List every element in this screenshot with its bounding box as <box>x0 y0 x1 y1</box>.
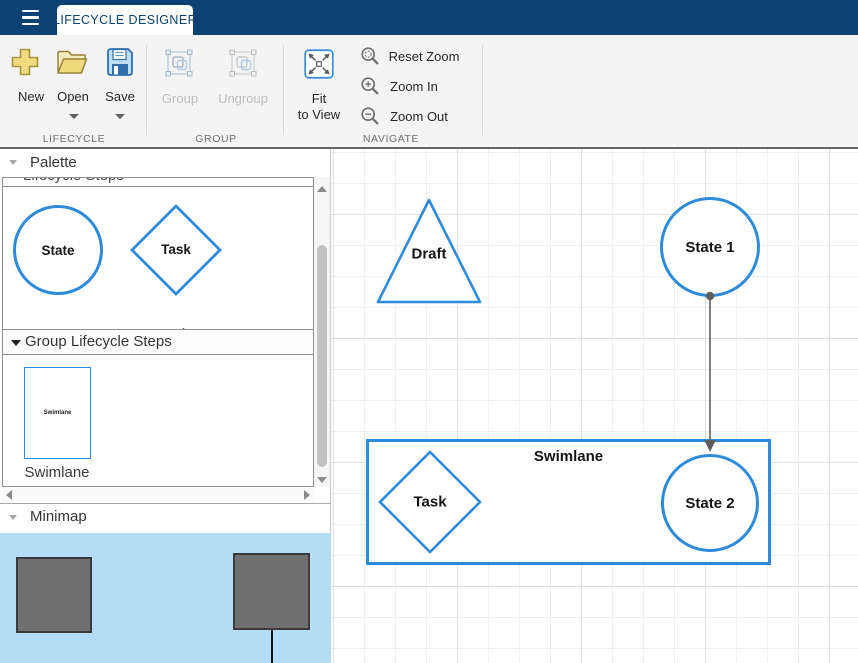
palette-collapse-chevron-icon[interactable] <box>9 160 17 165</box>
save-floppy-icon <box>106 47 134 77</box>
minimap-node <box>16 557 92 633</box>
tab-lifecycle-designer[interactable]: LIFECYCLE DESIGNER <box>57 5 193 35</box>
reset-zoom-label: Reset Zoom <box>389 49 460 64</box>
ungroup-button-label: Ungroup <box>218 91 268 106</box>
group-button[interactable]: Group <box>157 47 203 105</box>
minimap-edge <box>271 630 273 663</box>
reset-zoom-button[interactable]: Reset Zoom <box>358 44 478 68</box>
ribbon-divider <box>283 45 284 135</box>
zoom-out-button[interactable]: Zoom Out <box>358 104 478 128</box>
minimap-header: Minimap <box>30 508 87 525</box>
hamburger-menu-button[interactable] <box>12 3 48 32</box>
lifecycle-steps-section-header[interactable]: Lifecycle Steps <box>3 178 313 187</box>
ungroup-icon <box>228 48 258 78</box>
fit-to-view-label-line1: Fit <box>312 91 326 106</box>
open-button-label: Open <box>57 89 89 104</box>
ribbon-section-navigate-label: NAVIGATE <box>363 133 419 145</box>
titlebar: LIFECYCLE DESIGNER <box>0 0 858 35</box>
scroll-up-arrow-icon[interactable] <box>317 186 327 192</box>
minimap-viewport[interactable] <box>0 533 331 663</box>
group-icon <box>164 48 194 78</box>
fit-to-view-icon <box>304 49 334 79</box>
diagram-canvas[interactable]: Swimlane Draft State 1 Task State 2 <box>331 149 858 663</box>
ribbon-section-group-label: GROUP <box>195 133 237 145</box>
minimap-node <box>233 553 310 630</box>
palette-item-state[interactable]: State <box>13 205 103 295</box>
save-button-label: Save <box>105 89 135 104</box>
left-panel: Palette Lifecycle Steps State State Task… <box>0 149 331 663</box>
new-button-label: New <box>18 89 44 104</box>
ribbon-divider <box>482 45 483 135</box>
palette-vertical-scrollbar-thumb[interactable] <box>317 245 327 467</box>
palette-swimlane-label: Swimlane <box>24 464 89 481</box>
ribbon-divider <box>146 45 147 135</box>
scroll-down-arrow-icon[interactable] <box>317 477 327 483</box>
zoom-out-icon <box>360 106 380 126</box>
section-expand-chevron-icon[interactable] <box>11 340 21 346</box>
group-lifecycle-steps-section-header[interactable]: Group Lifecycle Steps <box>3 329 313 355</box>
node-state-1[interactable]: State 1 <box>660 197 760 297</box>
fit-to-view-label-line2: to View <box>298 107 340 122</box>
node-task-label: Task <box>413 494 446 511</box>
node-state-1-label: State 1 <box>685 239 734 256</box>
palette-item-swimlane[interactable]: Swimlane <box>24 367 91 459</box>
zoom-out-label: Zoom Out <box>390 109 448 124</box>
palette-task-shape-text: Task <box>161 242 191 257</box>
palette-vertical-scrollbar[interactable] <box>314 177 330 487</box>
node-state-2[interactable]: State 2 <box>661 454 759 552</box>
app-window: LIFECYCLE DESIGNER New Open <box>0 0 858 663</box>
open-button[interactable]: Open <box>52 45 94 107</box>
palette-horizontal-scrollbar[interactable] <box>2 488 314 502</box>
reset-zoom-icon <box>360 46 380 66</box>
palette-state-shape-text: State <box>41 243 74 258</box>
node-state-2-label: State 2 <box>685 495 734 512</box>
open-dropdown-caret[interactable] <box>69 114 79 119</box>
save-button[interactable]: Save <box>100 45 140 107</box>
zoom-in-button[interactable]: Zoom In <box>358 74 478 98</box>
fit-to-view-button[interactable]: Fit to View <box>294 47 344 122</box>
zoom-in-label: Zoom In <box>390 79 438 94</box>
palette-swimlane-shape-text: Swimlane <box>44 410 72 416</box>
ribbon-section-lifecycle-label: LIFECYCLE <box>43 133 106 145</box>
palette-content: Lifecycle Steps State State Task Task Gr… <box>2 177 314 487</box>
minimap-collapse-chevron-icon[interactable] <box>9 515 17 520</box>
ungroup-button[interactable]: Ungroup <box>213 47 273 105</box>
ribbon-toolbar: New Open Save LIFECYCLE <box>0 35 858 149</box>
node-draft-label: Draft <box>411 246 446 263</box>
save-dropdown-caret[interactable] <box>115 114 125 119</box>
group-lifecycle-steps-label: Group Lifecycle Steps <box>25 333 172 350</box>
new-plus-icon <box>10 47 40 77</box>
hamburger-icon <box>22 10 39 13</box>
zoom-in-icon <box>360 76 380 96</box>
scroll-right-arrow-icon[interactable] <box>304 490 310 500</box>
panel-divider <box>0 503 331 504</box>
group-button-label: Group <box>162 91 198 106</box>
scroll-left-arrow-icon[interactable] <box>6 490 12 500</box>
new-button[interactable]: New <box>6 45 46 107</box>
open-folder-icon <box>56 48 88 77</box>
palette-header: Palette <box>30 154 77 171</box>
